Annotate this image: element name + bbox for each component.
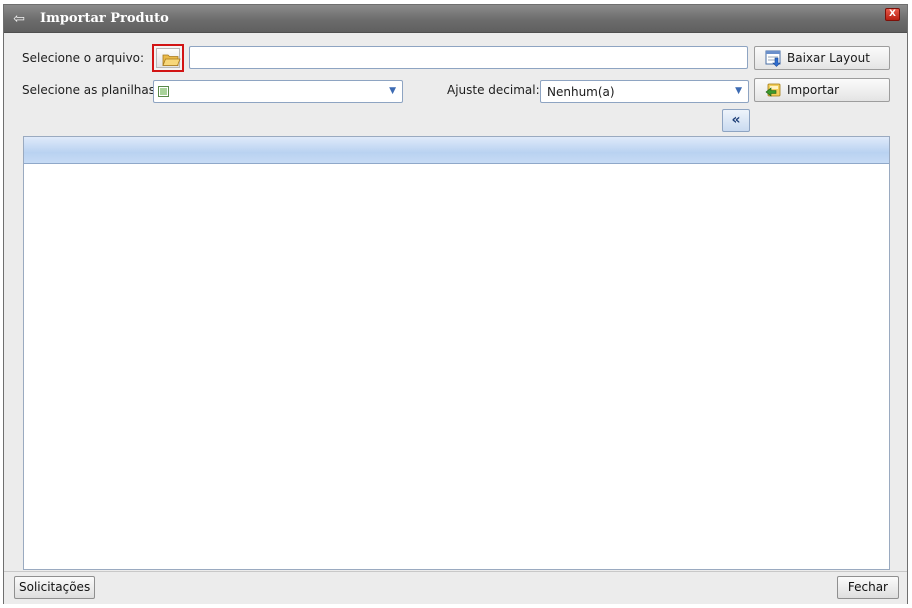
chevron-down-icon[interactable]: ▼ [389,86,396,96]
decimal-select-value: Nenhum(a) [547,85,615,99]
download-layout-icon [765,50,781,67]
data-grid[interactable] [23,136,890,570]
collapse-panel-button[interactable]: « [722,109,750,132]
spreadsheet-icon [158,86,169,97]
file-label: Selecione o arquivo: [22,51,145,65]
requests-button[interactable]: Solicitações [14,576,96,599]
close-window-button[interactable]: X [885,8,900,21]
decimal-select[interactable]: Nenhum(a) ▼ [540,80,749,103]
close-button[interactable]: Fechar [836,576,899,599]
sheets-select[interactable]: ▼ [153,80,403,103]
import-product-window: ⇦ Importar Produto X Selecione o arquivo… [3,4,908,604]
window-title: Importar Produto [40,11,169,26]
import-icon [765,83,781,97]
chevron-down-icon[interactable]: ▼ [735,86,742,96]
import-button[interactable]: Importar [754,78,890,102]
sheets-label: Selecione as planilhas: [22,83,160,97]
window-titlebar: ⇦ Importar Produto X [4,5,907,33]
window-footer: Solicitações Fechar [4,571,907,604]
back-arrow-icon[interactable]: ⇦ [10,10,28,28]
browse-file-button[interactable] [152,44,184,72]
decimal-label: Ajuste decimal: [447,83,540,97]
grid-header [24,137,889,164]
import-label: Importar [787,83,840,97]
file-path-input[interactable] [189,46,748,69]
download-layout-label: Baixar Layout [787,51,870,65]
folder-icon [162,54,181,66]
download-layout-button[interactable]: Baixar Layout [754,46,890,70]
